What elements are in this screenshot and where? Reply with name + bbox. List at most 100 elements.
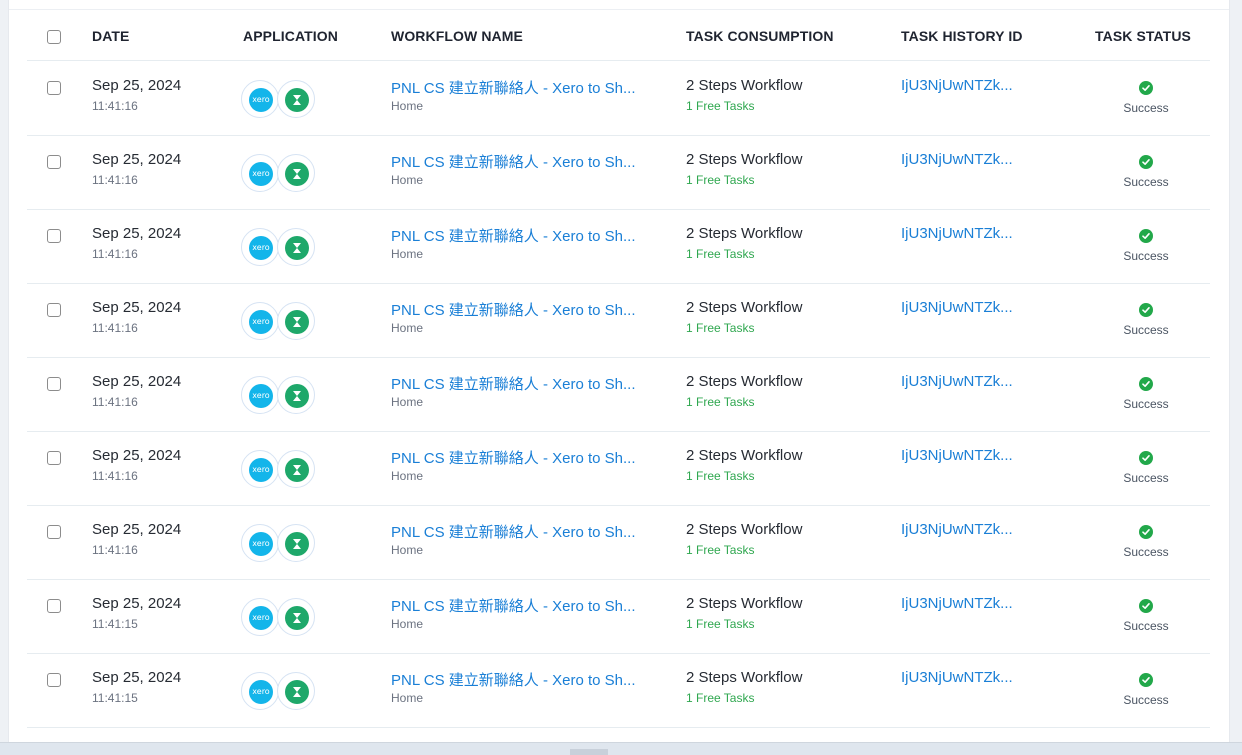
workflow-folder: Home	[391, 691, 424, 705]
row-checkbox[interactable]	[47, 377, 61, 391]
task-history-id-link[interactable]: IjU3NjUwNTZk...	[901, 225, 1013, 242]
task-status: Success	[1101, 229, 1191, 263]
row-checkbox[interactable]	[47, 673, 61, 687]
table-row[interactable]: Sep 25, 2024 11:41:16 xero PNL CS 建立新聯絡人…	[27, 357, 1210, 432]
task-consumption: 2 Steps Workflow	[686, 669, 803, 686]
app-badge-second	[277, 524, 315, 562]
xero-icon: xero	[249, 88, 273, 112]
row-checkbox[interactable]	[47, 155, 61, 169]
app-badge-xero: xero	[241, 302, 279, 340]
check-circle-icon	[1139, 673, 1153, 687]
status-label: Success	[1123, 693, 1169, 707]
free-tasks-count: 1 Free Tasks	[686, 469, 755, 483]
workflow-name-link[interactable]: PNL CS 建立新聯絡人 - Xero to Sh...	[391, 77, 636, 98]
row-time: 11:41:16	[92, 469, 138, 483]
table-row[interactable]: Sep 25, 2024 11:41:16 xero PNL CS 建立新聯絡人…	[27, 61, 1210, 136]
check-circle-icon	[1139, 599, 1153, 613]
application-icons: xero	[241, 598, 317, 638]
task-history-id-link[interactable]: IjU3NjUwNTZk...	[901, 595, 1013, 612]
workflow-folder: Home	[391, 617, 424, 631]
workflow-name-link[interactable]: PNL CS 建立新聯絡人 - Xero to Sh...	[391, 521, 636, 542]
task-history-id-link[interactable]: IjU3NjUwNTZk...	[901, 669, 1013, 686]
workflow-name-link[interactable]: PNL CS 建立新聯絡人 - Xero to Sh...	[391, 151, 636, 172]
row-time: 11:41:16	[92, 173, 138, 187]
app-badge-xero: xero	[241, 80, 279, 118]
workflow-name-link[interactable]: PNL CS 建立新聯絡人 - Xero to Sh...	[391, 225, 636, 246]
column-header-workflow-name[interactable]: WORKFLOW NAME	[391, 28, 523, 44]
table-row[interactable]: Sep 25, 2024 11:41:16 xero PNL CS 建立新聯絡人…	[27, 431, 1210, 506]
table-row[interactable]: Sep 25, 2024 11:41:15 xero PNL CS 建立新聯絡人…	[27, 579, 1210, 654]
xero-icon: xero	[249, 606, 273, 630]
xero-icon: xero	[249, 236, 273, 260]
column-header-application[interactable]: APPLICATION	[243, 28, 338, 44]
taskbar-item	[570, 749, 608, 755]
status-label: Success	[1123, 323, 1169, 337]
task-consumption: 2 Steps Workflow	[686, 373, 803, 390]
row-checkbox[interactable]	[47, 599, 61, 613]
row-date: Sep 25, 2024	[92, 669, 182, 686]
app-badge-xero: xero	[241, 598, 279, 636]
column-header-task-consumption[interactable]: TASK CONSUMPTION	[686, 28, 834, 44]
application-icons: xero	[241, 302, 317, 342]
task-consumption: 2 Steps Workflow	[686, 299, 803, 316]
free-tasks-count: 1 Free Tasks	[686, 321, 755, 335]
workflow-name-link[interactable]: PNL CS 建立新聯絡人 - Xero to Sh...	[391, 447, 636, 468]
task-status: Success	[1101, 673, 1191, 707]
app-badge-second	[277, 228, 315, 266]
row-date: Sep 25, 2024	[92, 151, 182, 168]
row-checkbox[interactable]	[47, 451, 61, 465]
application-icons: xero	[241, 524, 317, 564]
free-tasks-count: 1 Free Tasks	[686, 543, 755, 557]
task-status: Success	[1101, 81, 1191, 115]
task-history-id-link[interactable]: IjU3NjUwNTZk...	[901, 77, 1013, 94]
xero-icon: xero	[249, 384, 273, 408]
workflow-folder: Home	[391, 99, 424, 113]
taskbar-strip	[0, 742, 1242, 755]
row-checkbox[interactable]	[47, 229, 61, 243]
column-header-task-history-id[interactable]: TASK HISTORY ID	[901, 28, 1023, 44]
row-time: 11:41:15	[92, 617, 138, 631]
app-badge-second	[277, 80, 315, 118]
table-row[interactable]: Sep 25, 2024 11:41:16 xero PNL CS 建立新聯絡人…	[27, 135, 1210, 210]
workflow-name-link[interactable]: PNL CS 建立新聯絡人 - Xero to Sh...	[391, 299, 636, 320]
task-consumption: 2 Steps Workflow	[686, 77, 803, 94]
app-badge-second	[277, 376, 315, 414]
column-header-date[interactable]: DATE	[92, 28, 129, 44]
row-checkbox[interactable]	[47, 525, 61, 539]
status-label: Success	[1123, 471, 1169, 485]
check-circle-icon	[1139, 377, 1153, 391]
task-status: Success	[1101, 377, 1191, 411]
task-history-id-link[interactable]: IjU3NjUwNTZk...	[901, 299, 1013, 316]
app-badge-xero: xero	[241, 524, 279, 562]
task-status: Success	[1101, 451, 1191, 485]
table-row[interactable]: Sep 25, 2024 11:41:16 xero PNL CS 建立新聯絡人…	[27, 283, 1210, 358]
task-status: Success	[1101, 525, 1191, 559]
task-consumption: 2 Steps Workflow	[686, 595, 803, 612]
status-label: Success	[1123, 101, 1169, 115]
task-history-id-link[interactable]: IjU3NjUwNTZk...	[901, 447, 1013, 464]
row-checkbox[interactable]	[47, 303, 61, 317]
workflow-name-link[interactable]: PNL CS 建立新聯絡人 - Xero to Sh...	[391, 595, 636, 616]
task-consumption: 2 Steps Workflow	[686, 447, 803, 464]
free-tasks-count: 1 Free Tasks	[686, 617, 755, 631]
task-history-id-link[interactable]: IjU3NjUwNTZk...	[901, 373, 1013, 390]
task-status: Success	[1101, 599, 1191, 633]
column-header-task-status[interactable]: TASK STATUS	[1095, 28, 1191, 44]
workflow-name-link[interactable]: PNL CS 建立新聯絡人 - Xero to Sh...	[391, 373, 636, 394]
task-history-id-link[interactable]: IjU3NjUwNTZk...	[901, 521, 1013, 538]
row-date: Sep 25, 2024	[92, 225, 182, 242]
table-row[interactable]: Sep 25, 2024 11:41:16 xero PNL CS 建立新聯絡人…	[27, 505, 1210, 580]
workflow-folder: Home	[391, 321, 424, 335]
hourglass-app-icon	[285, 680, 309, 704]
task-consumption: 2 Steps Workflow	[686, 521, 803, 538]
row-checkbox[interactable]	[47, 81, 61, 95]
app-badge-second	[277, 672, 315, 710]
workflow-folder: Home	[391, 469, 424, 483]
workflow-name-link[interactable]: PNL CS 建立新聯絡人 - Xero to Sh...	[391, 669, 636, 690]
task-history-id-link[interactable]: IjU3NjUwNTZk...	[901, 151, 1013, 168]
select-all-checkbox[interactable]	[47, 30, 61, 44]
status-label: Success	[1123, 175, 1169, 189]
table-row[interactable]: Sep 25, 2024 11:41:16 xero PNL CS 建立新聯絡人…	[27, 209, 1210, 284]
row-date: Sep 25, 2024	[92, 77, 182, 94]
table-row[interactable]: Sep 25, 2024 11:41:15 xero PNL CS 建立新聯絡人…	[27, 653, 1210, 728]
